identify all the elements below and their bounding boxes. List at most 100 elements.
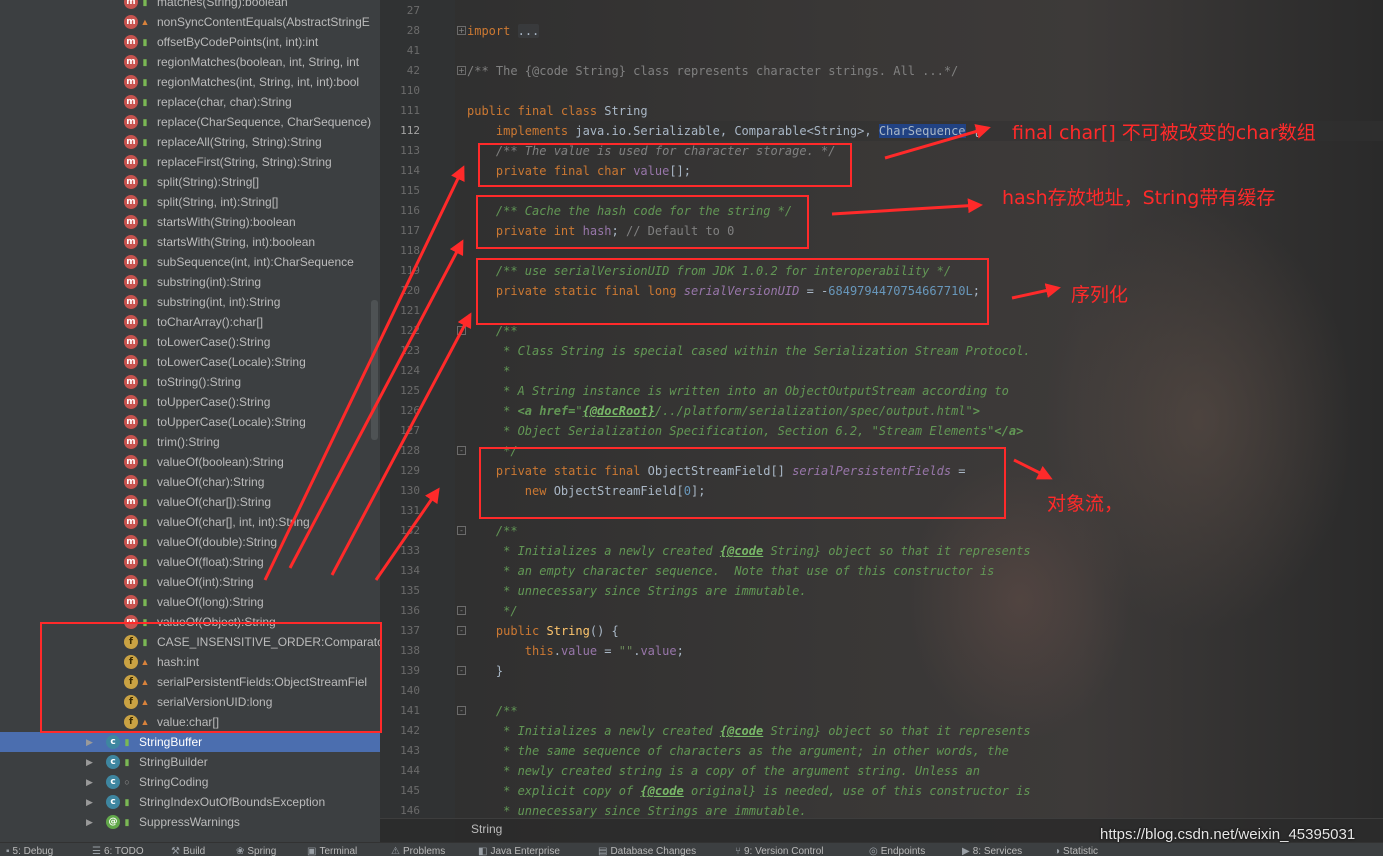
tool-window-services[interactable]: ▶ 8: Services bbox=[962, 845, 1022, 856]
structure-class-item[interactable]: ▶ c ▮ StringIndexOutOfBoundsException bbox=[0, 792, 380, 812]
structure-method-item[interactable]: m ▮ offsetByCodePoints(int, int):int bbox=[0, 32, 380, 52]
structure-item-label: nonSyncContentEquals(AbstractStringE bbox=[157, 15, 370, 29]
structure-method-item[interactable]: m ▮ regionMatches(int, String, int, int):b… bbox=[0, 72, 380, 92]
structure-method-item[interactable]: m ▮ matches(String):boolean bbox=[0, 0, 380, 12]
code-line[interactable]: * the same sequence of characters as the… bbox=[467, 741, 1009, 761]
expand-arrow-icon[interactable]: ▶ bbox=[86, 772, 93, 792]
structure-method-item[interactable]: m ▮ substring(int, int):String bbox=[0, 292, 380, 312]
structure-method-item[interactable]: m ▮ replace(CharSequence, CharSequence) bbox=[0, 112, 380, 132]
code-line[interactable]: /** bbox=[467, 521, 518, 541]
structure-method-item[interactable]: m ▮ trim():String bbox=[0, 432, 380, 452]
code-line[interactable]: /** The {@code String} class represents … bbox=[467, 61, 958, 81]
structure-method-item[interactable]: m ▮ valueOf(char[]):String bbox=[0, 492, 380, 512]
tool-window-label: Statistic bbox=[1063, 846, 1099, 856]
line-number: 144 bbox=[400, 764, 420, 777]
code-line[interactable]: * Object Serialization Specification, Se… bbox=[467, 421, 1023, 441]
code-line[interactable]: * Initializes a newly created {@code Str… bbox=[467, 721, 1030, 741]
expand-arrow-icon[interactable]: ▶ bbox=[86, 812, 93, 832]
code-line[interactable]: * <a href="{@docRoot}/../platform/serial… bbox=[467, 401, 980, 421]
visibility-icon: ▮ bbox=[124, 797, 130, 807]
structure-method-item[interactable]: m ▮ substring(int):String bbox=[0, 272, 380, 292]
structure-class-item[interactable]: ▶ @ ▮ SuppressWarnings bbox=[0, 812, 380, 832]
annotation-note-serialization: 序列化 bbox=[1071, 284, 1129, 306]
structure-method-item[interactable]: m ▮ toLowerCase(Locale):String bbox=[0, 352, 380, 372]
structure-method-item[interactable]: m ▮ valueOf(boolean):String bbox=[0, 452, 380, 472]
tool-window-endpoints[interactable]: ◎ Endpoints bbox=[869, 845, 925, 856]
structure-class-item[interactable]: ▶ c ○ StringCoding bbox=[0, 772, 380, 792]
structure-method-item[interactable]: m ▲ nonSyncContentEquals(AbstractStringE bbox=[0, 12, 380, 32]
code-line[interactable]: * Initializes a newly created {@code Str… bbox=[467, 541, 1030, 561]
structure-item-label: toString():String bbox=[157, 375, 242, 389]
code-line[interactable]: } bbox=[467, 661, 503, 681]
structure-method-item[interactable]: m ▮ toLowerCase():String bbox=[0, 332, 380, 352]
code-line[interactable]: * explicit copy of {@code original} is n… bbox=[467, 781, 1030, 801]
structure-class-item[interactable]: ▶ c ▮ StringBuffer bbox=[0, 732, 380, 752]
structure-scrollbar[interactable] bbox=[371, 300, 378, 440]
method-icon: m bbox=[124, 295, 138, 309]
structure-method-item[interactable]: m ▮ replaceAll(String, String):String bbox=[0, 132, 380, 152]
code-line[interactable]: * newly created string is a copy of the … bbox=[467, 761, 980, 781]
tool-window-java-enterprise[interactable]: ◧ Java Enterprise bbox=[478, 845, 560, 856]
method-icon: m bbox=[124, 135, 138, 149]
structure-method-item[interactable]: m ▮ replaceFirst(String, String):String bbox=[0, 152, 380, 172]
tool-window-problems[interactable]: ⚠ Problems bbox=[391, 845, 445, 856]
code-line[interactable]: * bbox=[467, 361, 510, 381]
code-line[interactable]: /** bbox=[467, 701, 518, 721]
structure-method-item[interactable]: m ▮ valueOf(double):String bbox=[0, 532, 380, 552]
fold-toggle-icon[interactable]: - bbox=[457, 326, 466, 335]
code-line[interactable]: */ bbox=[467, 601, 517, 621]
line-number: 120 bbox=[400, 284, 420, 297]
code-line[interactable]: * A String instance is written into an O… bbox=[467, 381, 1009, 401]
structure-method-item[interactable]: m ▮ subSequence(int, int):CharSequence bbox=[0, 252, 380, 272]
structure-method-item[interactable]: m ▮ startsWith(String, int):boolean bbox=[0, 232, 380, 252]
expand-arrow-icon[interactable]: ▶ bbox=[86, 752, 93, 772]
breadcrumb-class[interactable]: String bbox=[471, 822, 502, 836]
fold-toggle-icon[interactable]: + bbox=[457, 66, 466, 75]
tool-window-spring[interactable]: ❀ Spring bbox=[236, 845, 276, 856]
line-number: 121 bbox=[400, 304, 420, 317]
structure-method-item[interactable]: m ▮ toUpperCase(Locale):String bbox=[0, 412, 380, 432]
structure-method-item[interactable]: m ▮ valueOf(char):String bbox=[0, 472, 380, 492]
tool-window-statistic[interactable]: ◑ Statistic bbox=[1054, 845, 1098, 856]
code-line[interactable]: implements java.io.Serializable, Compara… bbox=[467, 121, 980, 141]
structure-method-item[interactable]: m ▮ valueOf(int):String bbox=[0, 572, 380, 592]
expand-arrow-icon[interactable]: ▶ bbox=[86, 732, 93, 752]
structure-method-item[interactable]: m ▮ regionMatches(boolean, int, String, in… bbox=[0, 52, 380, 72]
code-line[interactable]: * Class String is special cased within t… bbox=[467, 341, 1030, 361]
structure-method-item[interactable]: m ▮ valueOf(float):String bbox=[0, 552, 380, 572]
fold-toggle-icon[interactable]: - bbox=[457, 526, 466, 535]
structure-method-item[interactable]: m ▮ replace(char, char):String bbox=[0, 92, 380, 112]
structure-method-item[interactable]: m ▮ valueOf(long):String bbox=[0, 592, 380, 612]
code-line[interactable]: public final class String bbox=[467, 101, 648, 121]
code-line[interactable]: this.value = "".value; bbox=[467, 641, 684, 661]
fold-toggle-icon[interactable]: - bbox=[457, 606, 466, 615]
expand-arrow-icon[interactable]: ▶ bbox=[86, 792, 93, 812]
structure-method-item[interactable]: m ▮ split(String, int):String[] bbox=[0, 192, 380, 212]
tool-window-database-changes[interactable]: ▤ Database Changes bbox=[598, 845, 696, 856]
visibility-icon: ○ bbox=[124, 777, 130, 787]
code-line[interactable]: import ... bbox=[467, 21, 540, 41]
structure-method-item[interactable]: m ▮ toUpperCase():String bbox=[0, 392, 380, 412]
structure-method-item[interactable]: m ▮ startsWith(String):boolean bbox=[0, 212, 380, 232]
code-line[interactable]: public String() { bbox=[467, 621, 619, 641]
tool-window-label: 6: TODO bbox=[103, 846, 144, 856]
structure-method-item[interactable]: m ▮ toString():String bbox=[0, 372, 380, 392]
fold-toggle-icon[interactable]: - bbox=[457, 626, 466, 635]
fold-toggle-icon[interactable]: - bbox=[457, 666, 466, 675]
tool-window-version-control[interactable]: ⑂ 9: Version Control bbox=[735, 845, 824, 856]
tool-window-terminal[interactable]: ▣ Terminal bbox=[307, 845, 357, 856]
tool-window-label: Build bbox=[182, 846, 206, 856]
fold-toggle-icon[interactable]: - bbox=[457, 446, 466, 455]
fold-toggle-icon[interactable]: + bbox=[457, 26, 466, 35]
structure-method-item[interactable]: m ▮ valueOf(char[], int, int):String bbox=[0, 512, 380, 532]
structure-method-item[interactable]: m ▮ split(String):String[] bbox=[0, 172, 380, 192]
structure-class-item[interactable]: ▶ c ▮ StringBuilder bbox=[0, 752, 380, 772]
tool-window-debug[interactable]: ▪ 5: Debug bbox=[6, 845, 53, 856]
code-line[interactable]: * an empty character sequence. Note that… bbox=[467, 561, 994, 581]
tool-window-todo[interactable]: ☰ 6: TODO bbox=[92, 845, 144, 856]
fold-toggle-icon[interactable]: - bbox=[457, 706, 466, 715]
structure-method-item[interactable]: m ▮ toCharArray():char[] bbox=[0, 312, 380, 332]
tool-window-build[interactable]: ⚒ Build bbox=[171, 845, 205, 856]
public-icon: ▮ bbox=[142, 317, 148, 327]
code-line[interactable]: * unnecessary since Strings are immutabl… bbox=[467, 581, 806, 601]
